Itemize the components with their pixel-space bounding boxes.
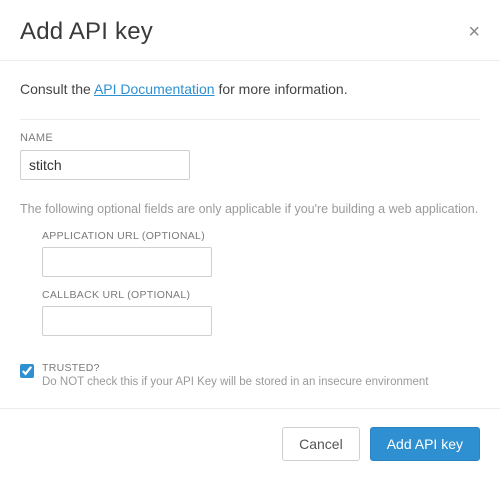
trusted-text: TRUSTED? Do NOT check this if your API K…	[42, 362, 429, 388]
callback-url-label: CALLBACK URL (OPTIONAL)	[42, 289, 480, 301]
trusted-note: Do NOT check this if your API Key will b…	[42, 376, 429, 388]
trusted-field: TRUSTED? Do NOT check this if your API K…	[20, 362, 480, 388]
name-field: NAME	[20, 132, 480, 180]
api-documentation-link[interactable]: API Documentation	[94, 81, 215, 97]
callback-url-input[interactable]	[42, 306, 212, 336]
application-url-field: APPLICATION URL (OPTIONAL)	[42, 230, 480, 277]
application-url-label: APPLICATION URL (OPTIONAL)	[42, 230, 480, 242]
add-api-key-button[interactable]: Add API key	[370, 427, 480, 461]
info-prefix: Consult the	[20, 81, 94, 97]
add-api-key-modal: Add API key × Consult the API Documentat…	[0, 0, 500, 479]
name-input[interactable]	[20, 150, 190, 180]
callback-url-field: CALLBACK URL (OPTIONAL)	[42, 289, 480, 336]
modal-title: Add API key	[20, 18, 153, 46]
cancel-button[interactable]: Cancel	[282, 427, 360, 461]
divider	[20, 119, 480, 120]
trusted-checkbox[interactable]	[20, 364, 34, 378]
optional-helper-text: The following optional fields are only a…	[20, 202, 480, 216]
modal-header: Add API key ×	[0, 0, 500, 61]
modal-footer: Cancel Add API key	[0, 408, 500, 479]
close-icon[interactable]: ×	[468, 22, 480, 42]
name-label: NAME	[20, 132, 480, 144]
modal-body: Consult the API Documentation for more i…	[0, 61, 500, 408]
info-suffix: for more information.	[215, 81, 348, 97]
info-text: Consult the API Documentation for more i…	[20, 81, 480, 97]
application-url-input[interactable]	[42, 247, 212, 277]
optional-section: APPLICATION URL (OPTIONAL) CALLBACK URL …	[20, 230, 480, 356]
trusted-label: TRUSTED?	[42, 362, 429, 374]
